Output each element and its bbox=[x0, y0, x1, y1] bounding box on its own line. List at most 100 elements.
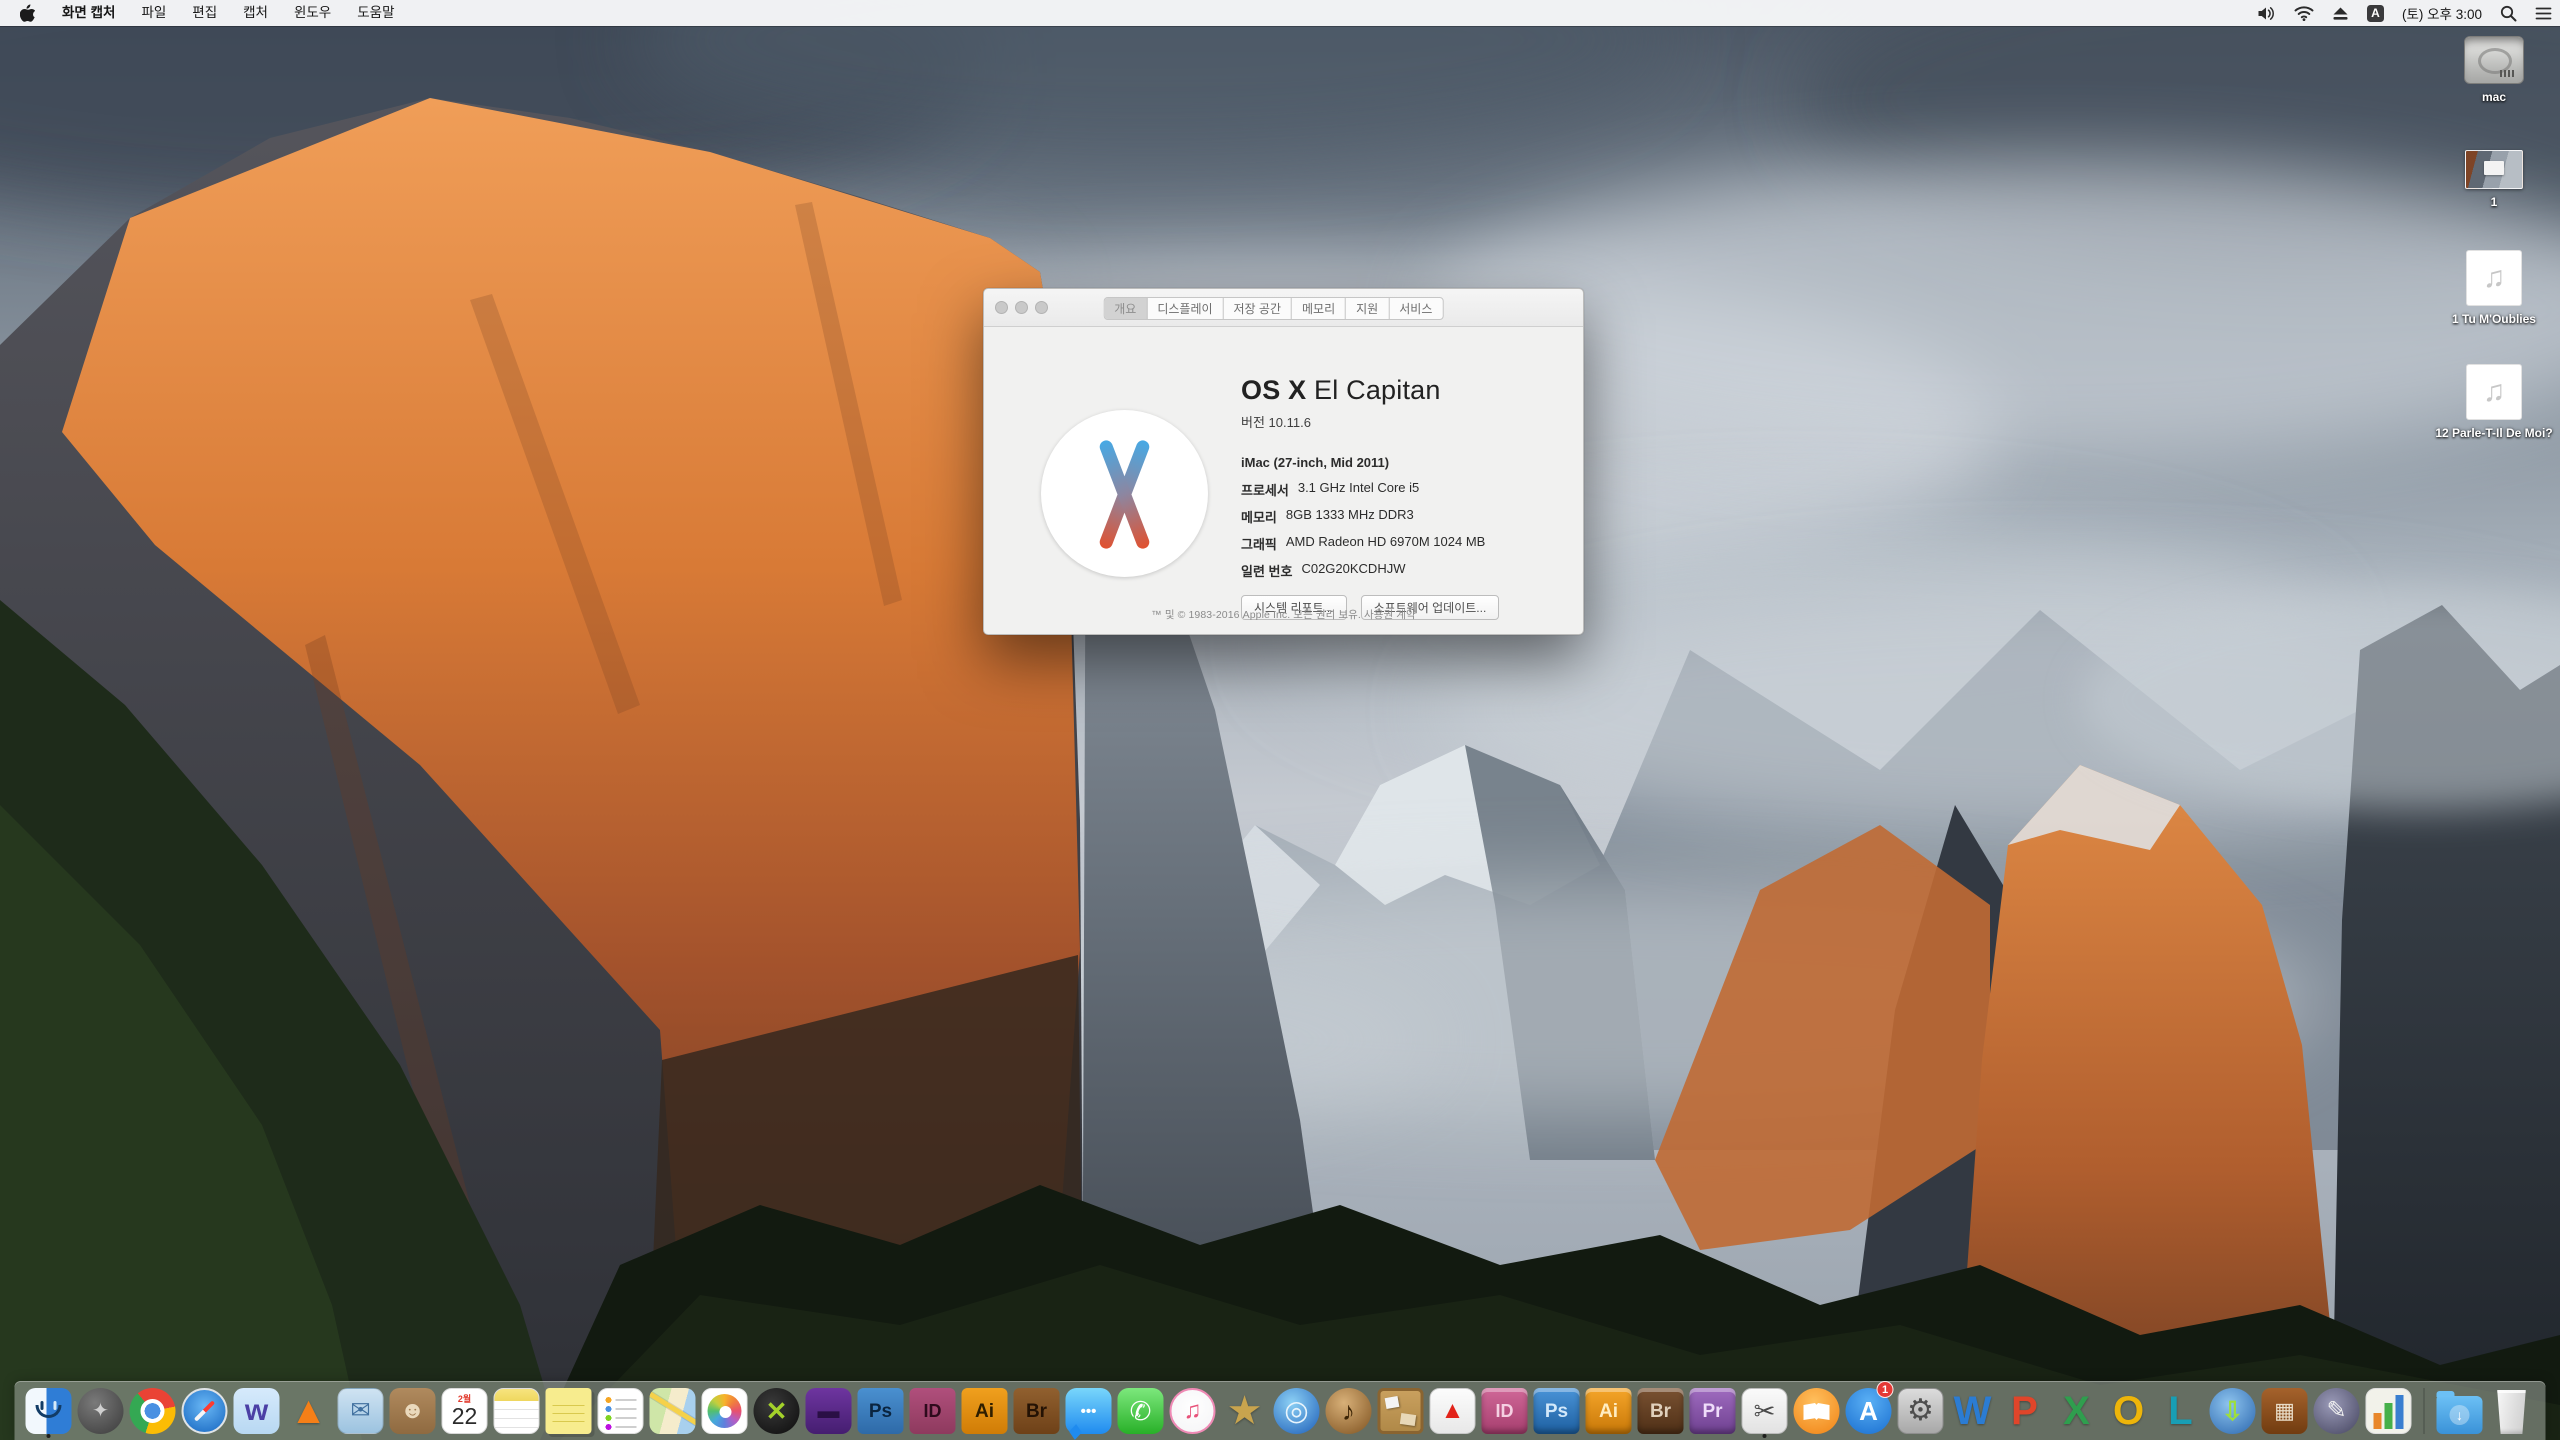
dock-item-stickies[interactable] bbox=[545, 1386, 593, 1436]
dock-item-illustrator-cs5[interactable]: Ai bbox=[961, 1386, 1009, 1436]
input-source-badge[interactable]: A bbox=[2366, 4, 2384, 22]
about-tab-4[interactable]: 지원 bbox=[1346, 298, 1390, 319]
dock-item-system-preferences[interactable]: ⚙ bbox=[1897, 1386, 1945, 1436]
dock-item-itunes[interactable]: ♫ bbox=[1169, 1386, 1217, 1436]
word-glyph: W bbox=[1953, 1389, 1992, 1433]
dock-item-word[interactable]: W bbox=[1949, 1386, 1997, 1436]
indesign-cs3-icon: ID bbox=[1481, 1388, 1528, 1434]
volume-icon[interactable] bbox=[2257, 5, 2276, 22]
dock-item-outlook[interactable]: O bbox=[2105, 1386, 2153, 1436]
dock-item-powerpoint[interactable]: P bbox=[2001, 1386, 2049, 1436]
numbers-icon bbox=[2365, 1388, 2412, 1434]
dock-item-pages[interactable]: ✎ bbox=[2313, 1386, 2361, 1436]
dock-item-finder[interactable] bbox=[25, 1386, 73, 1438]
menu-item-2[interactable]: 편집 bbox=[179, 0, 230, 26]
dock-item-premiere-cs3[interactable]: Pr bbox=[1689, 1386, 1737, 1436]
dock-item-trash[interactable] bbox=[2488, 1386, 2536, 1436]
keynote-glyph: ▦ bbox=[2274, 1398, 2295, 1423]
contacts-icon: ☻ bbox=[389, 1388, 436, 1434]
excel-glyph: X bbox=[2063, 1389, 2090, 1433]
spotlight-icon[interactable] bbox=[2500, 5, 2517, 22]
about-tab-3[interactable]: 메모리 bbox=[1292, 298, 1347, 319]
about-tab-1[interactable]: 디스플레이 bbox=[1147, 298, 1224, 319]
dock-item-photoshop-cs5[interactable]: Ps bbox=[857, 1386, 905, 1436]
dock-item-mail[interactable]: ✉ bbox=[337, 1386, 385, 1436]
dock-item-reminders[interactable] bbox=[597, 1386, 645, 1436]
desktop-icon-audio-file-12[interactable]: 12 Parle-T-Il De Moi? bbox=[2434, 364, 2554, 442]
dock-item-messages[interactable]: ••• bbox=[1065, 1386, 1113, 1436]
menu-clock[interactable]: (토) 오후 3:00 bbox=[2402, 3, 2482, 23]
dock-item-facetime[interactable]: ✆ bbox=[1117, 1386, 1165, 1436]
desktop-icon-disk-mac[interactable]: mac bbox=[2434, 36, 2554, 106]
menu-item-4[interactable]: 윈도우 bbox=[281, 0, 344, 26]
dock-item-downloads-folder[interactable] bbox=[2436, 1386, 2484, 1436]
dock-item-idvd[interactable]: ◎ bbox=[1273, 1386, 1321, 1436]
menu-item-3[interactable]: 캡처 bbox=[230, 0, 281, 26]
dock-item-indesign-cs5[interactable]: ID bbox=[909, 1386, 957, 1436]
notification-center-icon[interactable] bbox=[2535, 6, 2552, 21]
dock-item-bridge-cs3[interactable]: Br bbox=[1637, 1386, 1685, 1436]
menu-item-1[interactable]: 파일 bbox=[128, 0, 179, 26]
ibooks-icon bbox=[1793, 1388, 1840, 1434]
dock-item-chrome[interactable] bbox=[129, 1386, 177, 1436]
desktop[interactable]: 화면 캡처 파일 편집 캡처 윈도우 도움말 A (토) 오후 3:00 mac… bbox=[0, 0, 2560, 1440]
dock-item-numbers[interactable] bbox=[2365, 1386, 2413, 1436]
menu-item-5[interactable]: 도움말 bbox=[344, 0, 407, 26]
indesign-cs5-glyph: ID bbox=[923, 1401, 942, 1421]
dock-item-photoshop-cs3[interactable]: Ps bbox=[1533, 1386, 1581, 1436]
os-version: 버전 10.11.6 bbox=[1241, 415, 1311, 430]
chrome-icon bbox=[129, 1388, 176, 1434]
apple-menu[interactable] bbox=[0, 4, 49, 22]
dock-item-photos[interactable] bbox=[701, 1386, 749, 1436]
window-titlebar[interactable]: 개요 디스플레이 저장 공간 메모리 지원 서비스 bbox=[984, 289, 1583, 327]
dock-item-lync[interactable]: L bbox=[2157, 1386, 2205, 1436]
dock-item-app-store[interactable]: A1 bbox=[1845, 1381, 1894, 1436]
zoom-button[interactable] bbox=[1035, 301, 1048, 314]
minimize-button[interactable] bbox=[1015, 301, 1028, 314]
dock-item-indesign-cs3[interactable]: ID bbox=[1481, 1386, 1529, 1436]
dock-item-bridge-cs5[interactable]: Br bbox=[1013, 1386, 1061, 1436]
eject-icon[interactable] bbox=[2332, 6, 2349, 21]
dock-item-garageband[interactable]: ♪ bbox=[1325, 1386, 1373, 1436]
dock-item-speed-download[interactable]: ⇩ bbox=[2209, 1386, 2257, 1436]
dock-item-corkboard-app[interactable] bbox=[1377, 1386, 1425, 1436]
dock-item-toast[interactable]: ▬ bbox=[805, 1386, 853, 1436]
dock-item-w-globe-app[interactable]: w bbox=[233, 1386, 281, 1436]
dock-item-grab[interactable]: ✂ bbox=[1741, 1386, 1789, 1438]
dock-item-contacts[interactable]: ☻ bbox=[389, 1386, 437, 1436]
desktop-icon-label: mac bbox=[2481, 90, 2507, 104]
messages-glyph: ••• bbox=[1080, 1402, 1097, 1420]
dock-item-ibooks[interactable] bbox=[1793, 1386, 1841, 1436]
desktop-icon-label: 12 Parle-T-Il De Moi? bbox=[2435, 426, 2553, 440]
dock-item-vlc[interactable]: ▲ bbox=[285, 1386, 333, 1436]
about-tab-0[interactable]: 개요 bbox=[1104, 298, 1148, 319]
dock-item-calendar[interactable]: 2월 22 bbox=[441, 1386, 489, 1436]
dock-item-maps[interactable] bbox=[649, 1386, 697, 1436]
dock-item-safari[interactable] bbox=[181, 1386, 229, 1436]
about-tab-2[interactable]: 저장 공간 bbox=[1224, 298, 1293, 319]
audio-file-icon bbox=[2466, 250, 2522, 306]
dock-item-excel[interactable]: X bbox=[2053, 1386, 2101, 1436]
dock-item-acrobat-reader[interactable]: ▲ bbox=[1429, 1386, 1477, 1436]
dock-item-x-app[interactable]: ✕ bbox=[753, 1386, 801, 1436]
close-button[interactable] bbox=[995, 301, 1008, 314]
desktop-icon-screenshot-file[interactable]: 1 bbox=[2434, 150, 2554, 211]
spec-label: 그래픽 bbox=[1241, 537, 1277, 552]
dock-item-launchpad[interactable]: ✦ bbox=[77, 1386, 125, 1436]
lync-icon: L bbox=[2158, 1388, 2204, 1434]
vlc-glyph: ▲ bbox=[289, 1390, 328, 1432]
wifi-icon[interactable] bbox=[2294, 5, 2314, 21]
bridge-cs3-glyph: Br bbox=[1649, 1400, 1672, 1422]
spec-value: AMD Radeon HD 6970M 1024 MB bbox=[1285, 534, 1486, 549]
dock-item-notes[interactable] bbox=[493, 1386, 541, 1436]
facetime-icon: ✆ bbox=[1117, 1388, 1164, 1434]
itunes-glyph: ♫ bbox=[1183, 1397, 1202, 1424]
os-title-strong: OS X bbox=[1241, 375, 1307, 405]
dock-item-keynote[interactable]: ▦ bbox=[2261, 1386, 2309, 1436]
dock-item-illustrator-cs3[interactable]: Ai bbox=[1585, 1386, 1633, 1436]
dock-item-imovie[interactable]: ★ bbox=[1221, 1386, 1269, 1436]
desktop-icon-audio-file-1[interactable]: 1 Tu M'Oublies bbox=[2434, 250, 2554, 328]
audio-file-icon bbox=[2466, 364, 2522, 420]
menu-app-name[interactable]: 화면 캡처 bbox=[49, 0, 128, 26]
about-tab-5[interactable]: 서비스 bbox=[1389, 298, 1442, 319]
